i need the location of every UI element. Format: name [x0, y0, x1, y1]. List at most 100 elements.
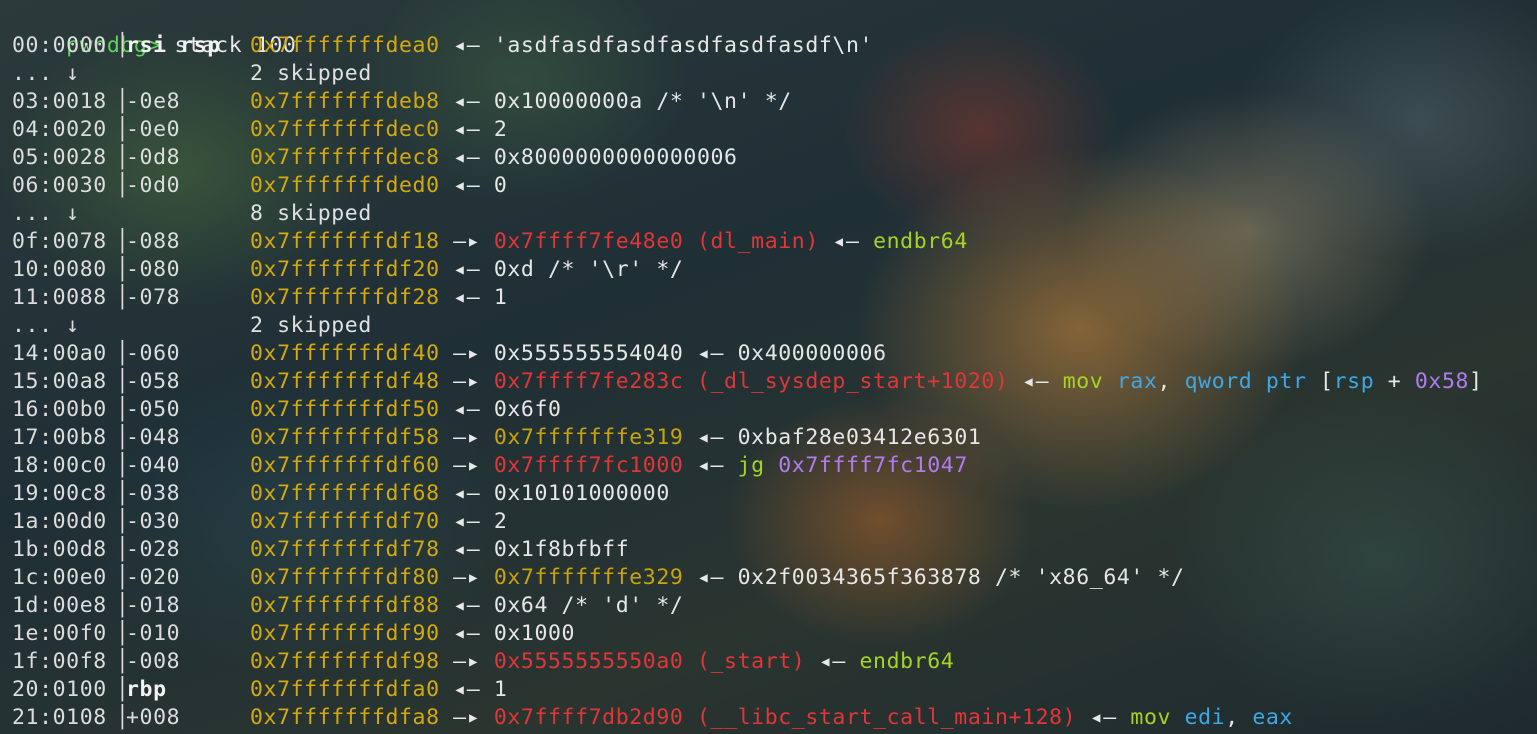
stack-address[interactable]: 0x7fffffffdfa0 [250, 677, 440, 702]
stack-row: 10:0080 │-080 0x7fffffffdf20 ◂— 0xd /* '\r… [12, 256, 1537, 284]
stack-row: 20:0100 │rbp 0x7fffffffdfa0 ◂— 1 [12, 676, 1537, 704]
stack-value: 0xd /* '\r' */ [493, 257, 684, 282]
pointer-arrow: —▸ [453, 425, 494, 450]
frame-offset: -0d0 [126, 173, 181, 198]
stack-address[interactable]: 0x7fffffffdf60 [250, 453, 440, 478]
stack-address[interactable]: 0x7fffffffdf68 [250, 481, 440, 506]
pointer-arrow: ◂— [683, 341, 738, 366]
stack-address[interactable]: 0x7fffffffdea0 [250, 33, 440, 58]
frame-offset: -008 [126, 649, 181, 674]
stack-row: 06:0030 │-0d0 0x7fffffffded0 ◂— 0 [12, 172, 1537, 200]
register-operand: edi [1184, 705, 1226, 730]
pointer-arrow: ◂— [453, 33, 494, 58]
stack-address[interactable]: 0x7fffffffdeb8 [250, 89, 440, 114]
stack-address[interactable]: 0x7fffffffdf18 [250, 229, 440, 254]
stack-address[interactable]: 0x7fffffffdf40 [250, 341, 440, 366]
operand-punctuation: , [1157, 369, 1185, 394]
instruction-mnemonic: mov [1062, 369, 1117, 394]
frame-offset: -018 [126, 593, 181, 618]
skipped-row: ... ↓ 8 skipped [12, 200, 1537, 228]
data-pointer[interactable]: 0x7fffffffe329 [494, 565, 684, 590]
stack-address[interactable]: 0x7fffffffdf50 [250, 397, 440, 422]
pointer-arrow: ◂— [818, 229, 874, 254]
stack-index: 1a:00d0 [12, 509, 107, 534]
code-pointer[interactable]: 0x5555555550a0 (_start) [494, 649, 806, 674]
stack-address[interactable]: 0x7fffffffdf58 [250, 425, 440, 450]
stack-index: 1d:00e8 [12, 593, 107, 618]
pointer-arrow: —▸ [453, 369, 494, 394]
pointer-arrow: ◂— [453, 677, 494, 702]
stack-index: 1b:00d8 [12, 537, 107, 562]
stack-value: 0x555555554040 [493, 341, 684, 366]
stack-address[interactable]: 0x7fffffffdf78 [250, 537, 440, 562]
instruction-mnemonic: jg [737, 453, 779, 478]
stack-address[interactable]: 0x7fffffffdf90 [250, 621, 440, 646]
skipped-row: ... ↓ 2 skipped [12, 60, 1537, 88]
pointer-arrow: —▸ [453, 229, 494, 254]
stack-address[interactable]: 0x7fffffffdfa8 [250, 705, 440, 730]
skip-marker: ... ↓ [12, 61, 80, 86]
stack-value: 0x1000 [493, 621, 576, 646]
pointer-arrow: ◂— [453, 145, 494, 170]
code-pointer[interactable]: 0x7ffff7fe48e0 (dl_main) [494, 229, 819, 254]
column-separator: │ [116, 257, 130, 282]
operand-punctuation: , [1225, 705, 1253, 730]
stack-address[interactable]: 0x7fffffffdf20 [250, 257, 440, 282]
stack-address[interactable]: 0x7fffffffdec8 [250, 145, 440, 170]
stack-row: 04:0020 │-0e0 0x7fffffffdec0 ◂— 2 [12, 116, 1537, 144]
immediate-operand: 0x58 [1414, 369, 1470, 394]
operand-punctuation: ] [1469, 369, 1483, 394]
stack-index: 14:00a0 [12, 341, 107, 366]
frame-offset: -010 [126, 621, 181, 646]
pointer-arrow: ◂— [453, 285, 494, 310]
stack-row: 11:0088 │-078 0x7fffffffdf28 ◂— 1 [12, 284, 1537, 312]
pointer-arrow: ◂— [1008, 369, 1063, 394]
column-separator: │ [116, 565, 130, 590]
stack-address[interactable]: 0x7fffffffdf98 [250, 649, 440, 674]
stack-index: 11:0088 [12, 285, 107, 310]
skip-marker: ... ↓ [12, 313, 80, 338]
code-pointer[interactable]: 0x7ffff7db2d90 (__libc_start_call_main+1… [494, 705, 1076, 730]
stack-row: 19:00c8 │-038 0x7fffffffdf68 ◂— 0x10101000… [12, 480, 1537, 508]
stack-index: 20:0100 [12, 677, 107, 702]
stack-address[interactable]: 0x7fffffffdf88 [250, 593, 440, 618]
column-separator: │ [116, 33, 130, 58]
stack-address[interactable]: 0x7fffffffdf70 [250, 509, 440, 534]
stack-address[interactable]: 0x7fffffffded0 [250, 173, 440, 198]
column-separator: │ [116, 341, 130, 366]
frame-offset: -078 [126, 285, 181, 310]
stack-index: 15:00a8 [12, 369, 107, 394]
column-separator: │ [116, 621, 130, 646]
frame-offset: -040 [126, 453, 181, 478]
stack-index: 06:0030 [12, 173, 107, 198]
instruction-mnemonic: endbr64 [873, 229, 968, 254]
register-label: rsi rsp [126, 33, 221, 58]
stack-value: 1 [493, 285, 508, 310]
stack-address[interactable]: 0x7fffffffdf80 [250, 565, 440, 590]
column-separator: │ [116, 481, 130, 506]
pointer-arrow: ◂— [453, 173, 494, 198]
stack-index: 10:0080 [12, 257, 107, 282]
column-separator: │ [116, 593, 130, 618]
stack-address[interactable]: 0x7fffffffdf48 [250, 369, 440, 394]
code-pointer[interactable]: 0x7ffff7fe283c (_dl_sysdep_start+1020) [494, 369, 1009, 394]
code-pointer[interactable]: 0x7ffff7fc1000 [494, 453, 684, 478]
stack-address[interactable]: 0x7fffffffdec0 [250, 117, 440, 142]
stack-row: 18:00c0 │-040 0x7fffffffdf60 —▸ 0x7ffff7fc… [12, 452, 1537, 480]
stack-value: 0xbaf28e03412e6301 [737, 425, 982, 450]
terminal-window[interactable]: pwndbg> stack 100 00:0000 │ rsi rsp 0x7ffff… [12, 4, 1537, 734]
pointer-arrow: —▸ [453, 565, 494, 590]
stack-row: 1e:00f0 │-010 0x7fffffffdf90 ◂— 0x1000 [12, 620, 1537, 648]
stack-index: 04:0020 [12, 117, 107, 142]
column-separator: │ [116, 145, 130, 170]
stack-address[interactable]: 0x7fffffffdf28 [250, 285, 440, 310]
data-pointer[interactable]: 0x7fffffffe319 [494, 425, 684, 450]
